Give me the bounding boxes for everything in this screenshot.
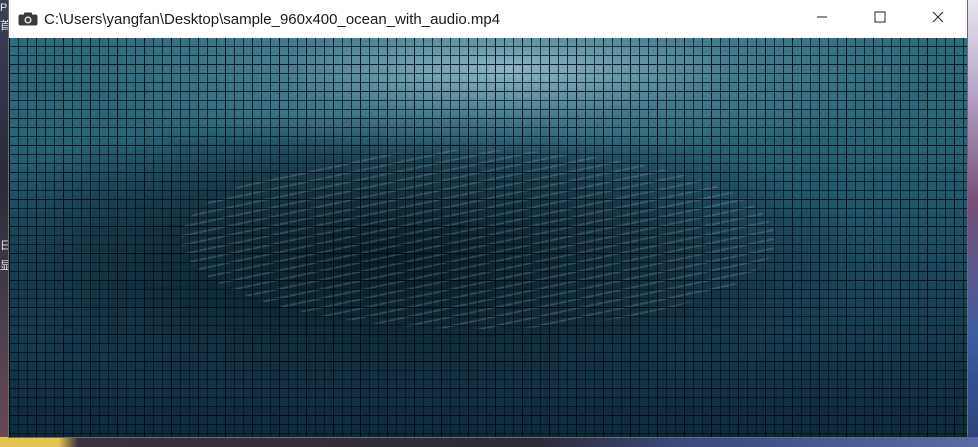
desktop-background-left <box>0 0 9 447</box>
close-icon <box>932 10 944 28</box>
close-button[interactable] <box>909 0 967 38</box>
minimize-button[interactable] <box>793 0 851 38</box>
video-player-window: C:\Users\yangfan\Desktop\sample_960x400_… <box>9 0 967 437</box>
desktop-background-right <box>967 0 978 447</box>
video-frame[interactable] <box>9 38 967 437</box>
desktop-glyph: P <box>0 2 8 14</box>
minimize-icon <box>816 10 828 28</box>
block-grid-overlay <box>9 38 967 437</box>
window-controls <box>793 0 967 38</box>
camera-icon <box>18 12 38 26</box>
window-title: C:\Users\yangfan\Desktop\sample_960x400_… <box>44 10 501 28</box>
taskbar-strip <box>0 437 978 447</box>
title-bar[interactable]: C:\Users\yangfan\Desktop\sample_960x400_… <box>9 0 967 38</box>
maximize-button[interactable] <box>851 0 909 38</box>
maximize-icon <box>874 10 886 28</box>
